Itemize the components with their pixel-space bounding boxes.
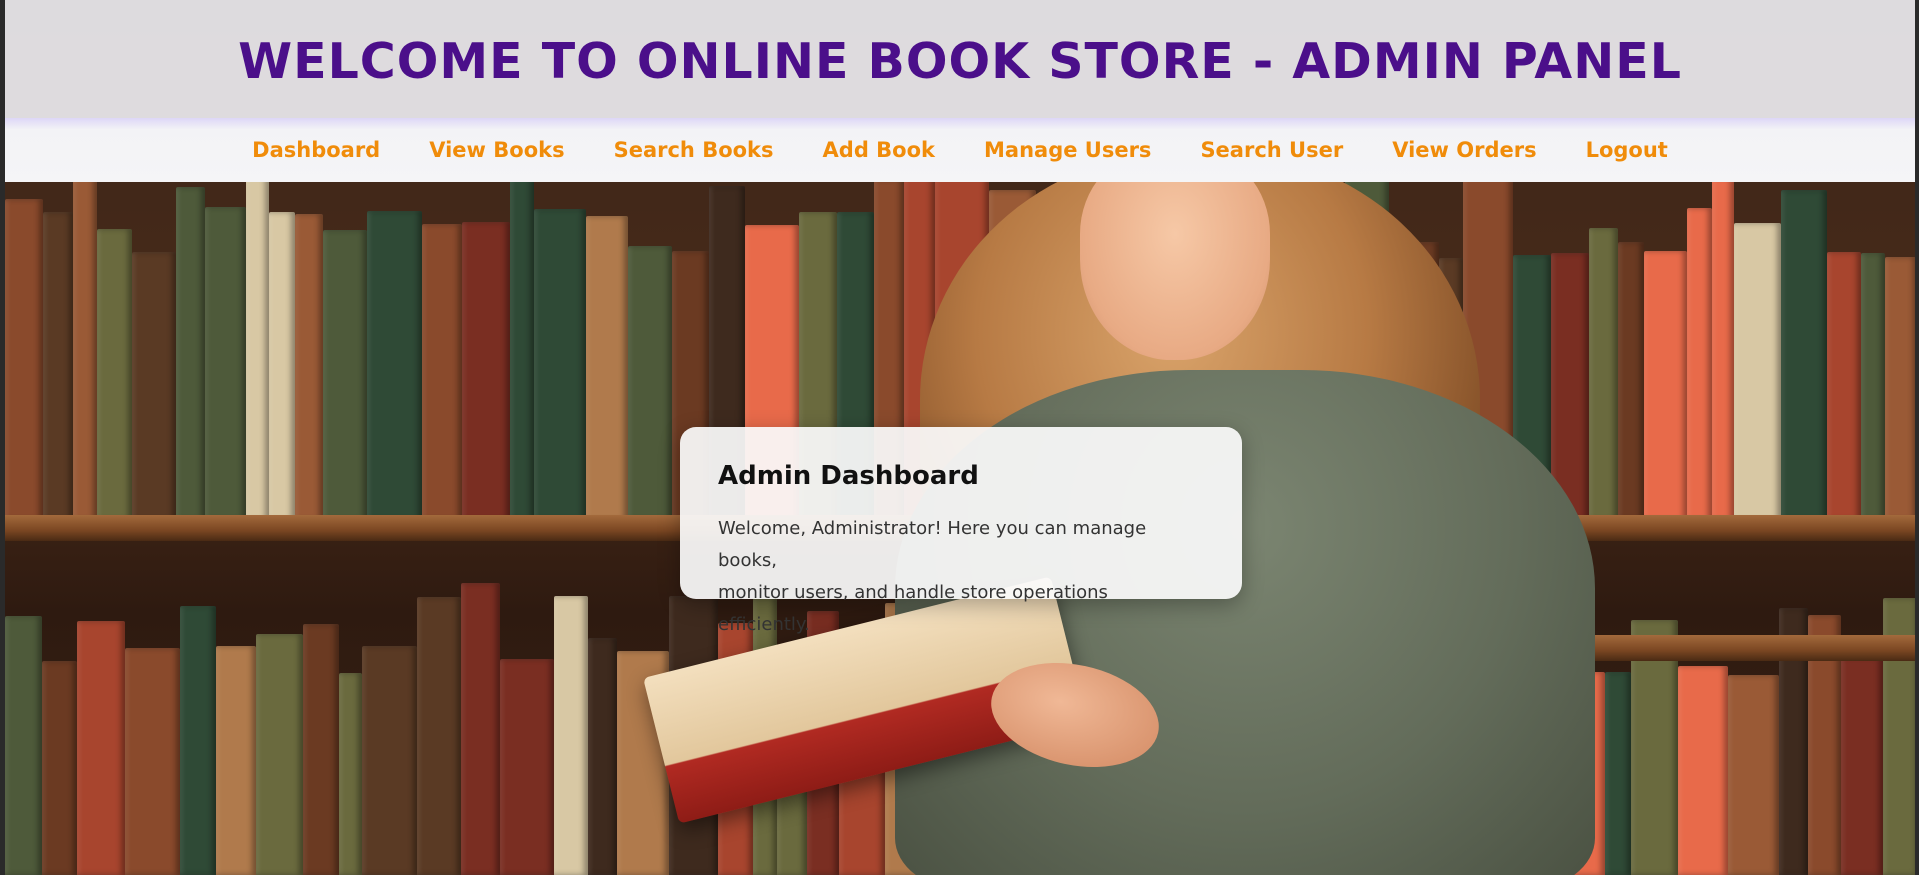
book-spine bbox=[205, 207, 246, 520]
card-title: Admin Dashboard bbox=[718, 461, 979, 491]
book-spine bbox=[628, 246, 672, 520]
book-spine bbox=[256, 634, 303, 875]
book-spine bbox=[303, 624, 339, 875]
book-spine bbox=[1678, 666, 1728, 875]
book-spine bbox=[180, 606, 216, 875]
book-spine bbox=[1605, 672, 1631, 875]
book-spine bbox=[367, 211, 422, 520]
book-spine bbox=[1618, 242, 1644, 520]
book-spine bbox=[554, 596, 588, 875]
book-spine bbox=[462, 222, 510, 520]
book-spine bbox=[1827, 252, 1861, 520]
main-navbar: Dashboard View Books Search Books Add Bo… bbox=[5, 118, 1915, 182]
book-spine bbox=[362, 646, 417, 875]
book-spine bbox=[586, 216, 628, 520]
book-spine bbox=[1644, 251, 1687, 520]
book-spine bbox=[42, 661, 77, 875]
book-spine bbox=[1687, 208, 1712, 520]
book-spine bbox=[5, 616, 42, 875]
page-title: WELCOME TO ONLINE BOOK STORE - ADMIN PAN… bbox=[238, 32, 1682, 90]
shelf-plank-right bbox=[1545, 635, 1915, 661]
book-spine bbox=[500, 659, 554, 875]
card-description-line-2: monitor users, and handle store operatio… bbox=[718, 582, 1108, 635]
book-spine bbox=[1781, 190, 1827, 520]
book-spine bbox=[73, 164, 97, 520]
nav-link-dashboard[interactable]: Dashboard bbox=[252, 138, 380, 162]
book-spine bbox=[588, 638, 617, 875]
book-spine bbox=[510, 159, 534, 520]
book-spine bbox=[417, 597, 461, 875]
page: WELCOME TO ONLINE BOOK STORE - ADMIN PAN… bbox=[5, 0, 1915, 875]
nav-link-logout[interactable]: Logout bbox=[1586, 138, 1668, 162]
book-spine bbox=[269, 212, 295, 520]
book-spine bbox=[97, 229, 132, 520]
card-description: Welcome, Administrator! Here you can man… bbox=[718, 513, 1204, 641]
card-description-line-1: Welcome, Administrator! Here you can man… bbox=[718, 518, 1147, 571]
book-spine bbox=[295, 214, 323, 520]
book-spine bbox=[216, 646, 256, 875]
nav-link-view-orders[interactable]: View Orders bbox=[1392, 138, 1536, 162]
book-spine bbox=[1712, 177, 1734, 520]
page-header: WELCOME TO ONLINE BOOK STORE - ADMIN PAN… bbox=[5, 0, 1915, 118]
nav-link-manage-users[interactable]: Manage Users bbox=[984, 138, 1151, 162]
book-spine bbox=[1885, 257, 1915, 520]
book-spine bbox=[461, 583, 500, 875]
book-spine bbox=[339, 673, 362, 875]
book-spine bbox=[5, 199, 43, 520]
nav-link-view-books[interactable]: View Books bbox=[429, 138, 564, 162]
book-spine bbox=[1861, 253, 1885, 520]
admin-dashboard-card: Admin Dashboard Welcome, Administrator! … bbox=[680, 427, 1242, 635]
book-spine bbox=[77, 621, 125, 875]
book-spine bbox=[1589, 228, 1618, 520]
book-spine bbox=[125, 648, 180, 875]
nav-link-search-user[interactable]: Search User bbox=[1200, 138, 1343, 162]
book-spine bbox=[1841, 657, 1883, 875]
book-spine bbox=[176, 187, 205, 520]
book-spine bbox=[43, 212, 73, 520]
nav-link-add-book[interactable]: Add Book bbox=[823, 138, 935, 162]
book-spine bbox=[1728, 675, 1779, 875]
book-spine bbox=[422, 224, 462, 520]
book-spine bbox=[246, 157, 269, 520]
nav-link-search-books[interactable]: Search Books bbox=[614, 138, 774, 162]
book-spine bbox=[534, 209, 586, 520]
book-spine bbox=[323, 230, 367, 520]
book-spine bbox=[1734, 223, 1781, 520]
book-spine bbox=[132, 252, 176, 520]
